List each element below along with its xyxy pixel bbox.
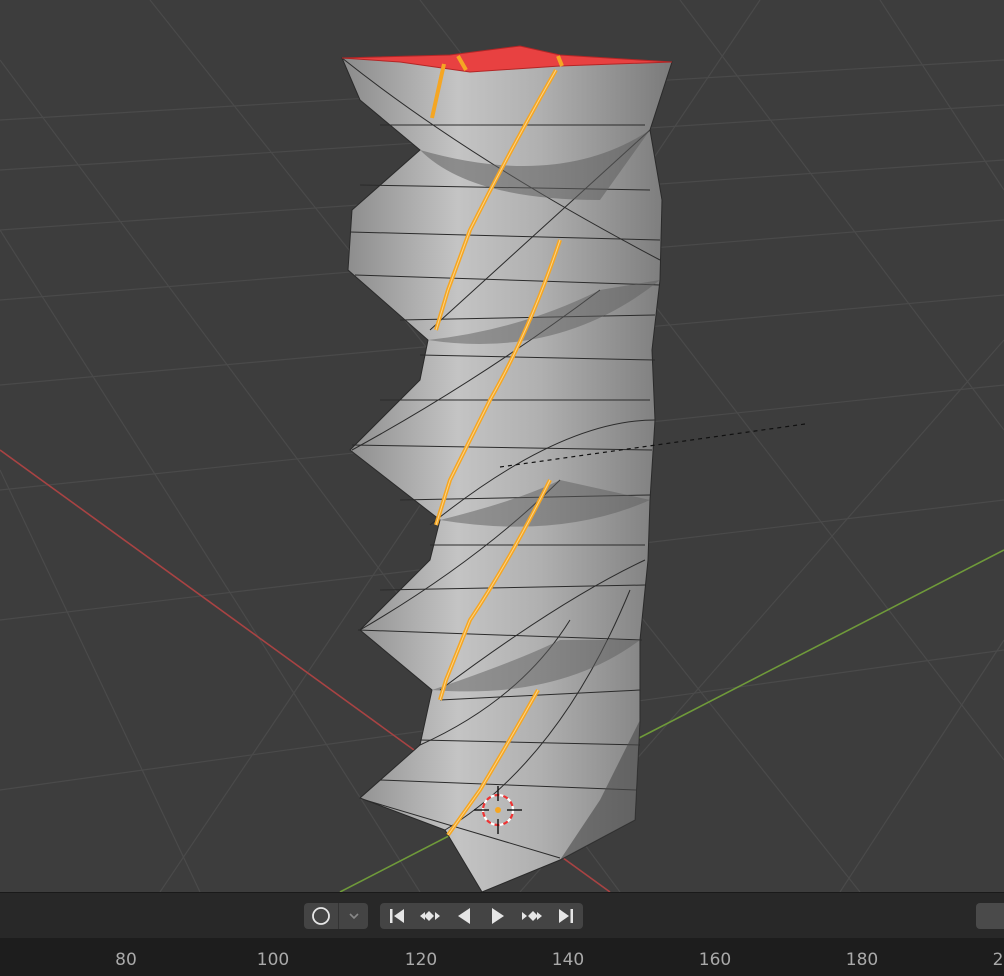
jump-to-start-icon[interactable] bbox=[380, 903, 413, 929]
twisted-mesh bbox=[341, 57, 673, 892]
next-keyframe-icon[interactable] bbox=[515, 903, 549, 929]
record-circle-icon[interactable] bbox=[304, 903, 338, 929]
3d-viewport[interactable] bbox=[0, 0, 1004, 892]
frame-tick: 140 bbox=[551, 950, 585, 970]
frame-tick: 100 bbox=[256, 950, 290, 970]
chevron-down-icon[interactable] bbox=[339, 903, 368, 929]
play-icon[interactable] bbox=[481, 903, 515, 929]
viewport-canvas bbox=[0, 0, 1004, 892]
frame-tick: 160 bbox=[698, 950, 732, 970]
frame-ruler[interactable]: 80 100 120 140 160 180 2 bbox=[0, 938, 1004, 976]
frame-tick: 180 bbox=[845, 950, 879, 970]
timeline-header bbox=[0, 892, 1004, 938]
playback-controls bbox=[380, 903, 583, 929]
jump-to-end-icon[interactable] bbox=[549, 903, 583, 929]
play-reverse-icon[interactable] bbox=[447, 903, 481, 929]
frame-tick: 2 bbox=[992, 950, 1004, 970]
timeline-right-field[interactable] bbox=[976, 903, 1004, 929]
keying-group bbox=[304, 903, 368, 929]
origin-dot bbox=[495, 807, 501, 813]
frame-tick: 80 bbox=[115, 950, 137, 970]
frame-tick: 120 bbox=[404, 950, 438, 970]
prev-keyframe-icon[interactable] bbox=[413, 903, 447, 929]
